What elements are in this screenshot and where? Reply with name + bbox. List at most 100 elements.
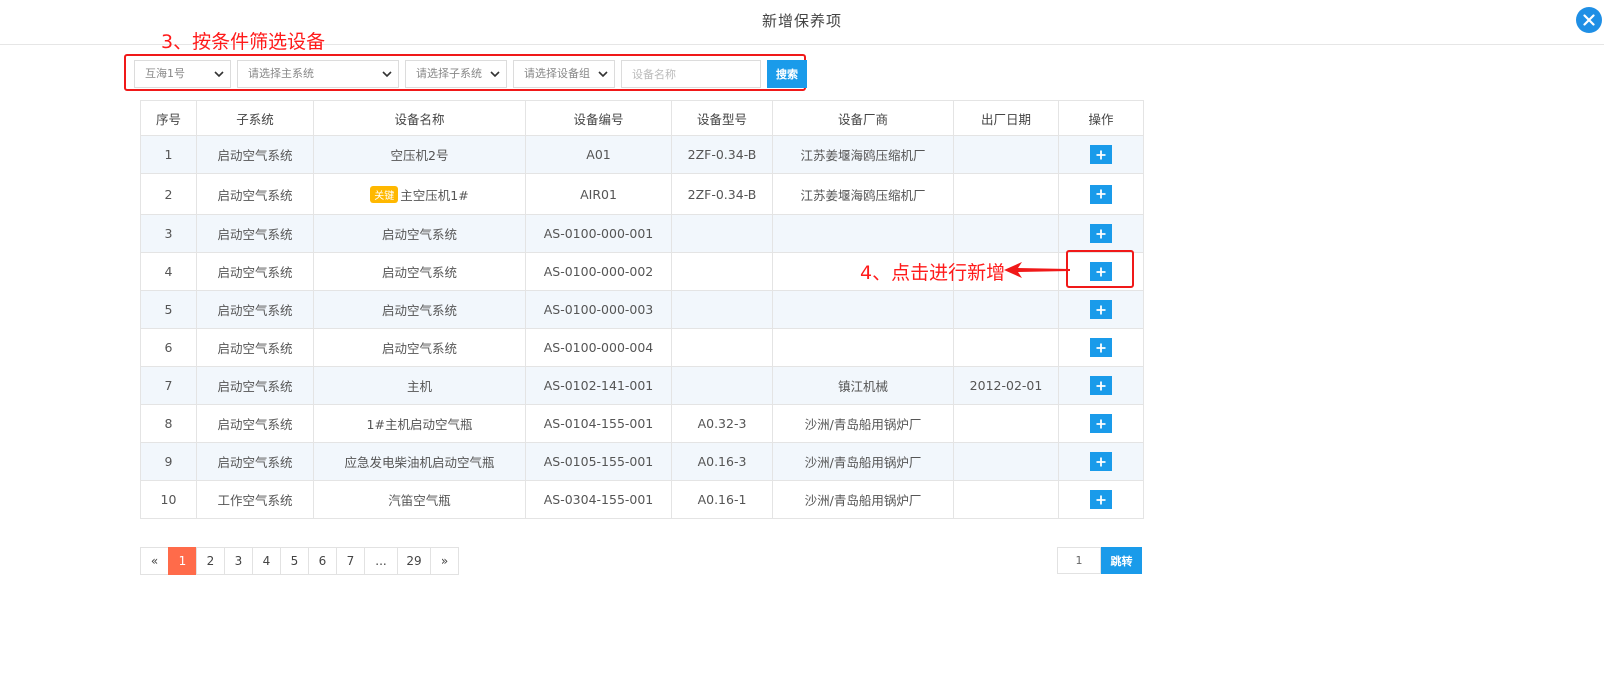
- cell-action: [1058, 173, 1144, 215]
- sub-system-select[interactable]: 请选择子系统: [405, 60, 507, 88]
- close-button[interactable]: [1576, 7, 1602, 33]
- page-jump-button[interactable]: 跳转: [1101, 547, 1142, 574]
- page-button[interactable]: 7: [336, 547, 365, 575]
- cell-device-name: 启动空气系统: [313, 328, 526, 367]
- cell-factory-date: [953, 290, 1059, 329]
- cell-no: 7: [140, 366, 197, 405]
- pagination: « 1 2 3 4 5 6 7 ... 29 »: [140, 547, 459, 575]
- cell-device-name: 应急发电柴油机启动空气瓶: [313, 442, 526, 481]
- page-button[interactable]: 2: [196, 547, 225, 575]
- chevron-down-icon: [490, 71, 500, 78]
- cell-no: 9: [140, 442, 197, 481]
- cell-subsystem: 启动空气系统: [196, 214, 314, 253]
- cell-device-model: A0.16-1: [671, 480, 773, 519]
- table-header-row: 序号 子系统 设备名称 设备编号 设备型号 设备厂商 出厂日期 操作: [140, 100, 1144, 136]
- page-button[interactable]: 29: [397, 547, 431, 575]
- ship-select[interactable]: 互海1号: [134, 60, 231, 88]
- page-prev-button[interactable]: «: [140, 547, 169, 575]
- device-name-input[interactable]: [621, 60, 761, 88]
- header-device-model: 设备型号: [671, 100, 773, 136]
- cell-subsystem: 启动空气系统: [196, 252, 314, 291]
- table-row: 7 启动空气系统 主机 AS-0102-141-001 镇江机械 2012-02…: [140, 366, 1144, 405]
- page-button[interactable]: 4: [252, 547, 281, 575]
- add-button[interactable]: [1090, 338, 1112, 357]
- add-button[interactable]: [1090, 414, 1112, 433]
- device-group-select[interactable]: 请选择设备组: [513, 60, 615, 88]
- cell-manufacturer: [772, 214, 954, 253]
- cell-no: 6: [140, 328, 197, 367]
- add-button[interactable]: [1090, 452, 1112, 471]
- page-next-button[interactable]: »: [430, 547, 459, 575]
- device-table: 序号 子系统 设备名称 设备编号 设备型号 设备厂商 出厂日期 操作 1 启动空…: [140, 100, 1144, 519]
- cell-no: 2: [140, 173, 197, 215]
- table-row: 3 启动空气系统 启动空气系统 AS-0100-000-001: [140, 214, 1144, 253]
- header-device-code: 设备编号: [525, 100, 672, 136]
- main-system-select[interactable]: 请选择主系统: [237, 60, 399, 88]
- cell-no: 5: [140, 290, 197, 329]
- plus-icon: [1096, 189, 1106, 199]
- header-subsystem: 子系统: [196, 100, 314, 136]
- chevron-down-icon: [382, 71, 392, 78]
- cell-subsystem: 启动空气系统: [196, 442, 314, 481]
- cell-action: [1058, 404, 1144, 443]
- cell-device-code: AS-0104-155-001: [525, 404, 672, 443]
- cell-device-code: AS-0100-000-001: [525, 214, 672, 253]
- cell-manufacturer: 镇江机械: [772, 366, 954, 405]
- page-button[interactable]: 3: [224, 547, 253, 575]
- cell-subsystem: 启动空气系统: [196, 135, 314, 174]
- cell-manufacturer: [772, 290, 954, 329]
- add-button[interactable]: [1090, 224, 1112, 243]
- close-icon: [1583, 14, 1595, 26]
- cell-action: [1058, 442, 1144, 481]
- cell-action: [1058, 328, 1144, 367]
- device-name-text: 主空压机1#: [400, 187, 469, 203]
- cell-device-name: 汽笛空气瓶: [313, 480, 526, 519]
- table-row: 10 工作空气系统 汽笛空气瓶 AS-0304-155-001 A0.16-1 …: [140, 480, 1144, 519]
- page-button[interactable]: 1: [168, 547, 197, 575]
- cell-factory-date: 2012-02-01: [953, 366, 1059, 405]
- cell-no: 4: [140, 252, 197, 291]
- cell-device-name: 1#主机启动空气瓶: [313, 404, 526, 443]
- cell-manufacturer: 沙洲/青岛船用锅炉厂: [772, 480, 954, 519]
- table-row: 8 启动空气系统 1#主机启动空气瓶 AS-0104-155-001 A0.32…: [140, 404, 1144, 443]
- cell-device-name: 主机: [313, 366, 526, 405]
- chevron-down-icon: [598, 71, 608, 78]
- cell-manufacturer: 沙洲/青岛船用锅炉厂: [772, 404, 954, 443]
- add-button[interactable]: [1090, 184, 1112, 204]
- cell-factory-date: [953, 404, 1059, 443]
- add-button[interactable]: [1090, 145, 1112, 164]
- plus-icon: [1096, 229, 1106, 238]
- plus-icon: [1096, 419, 1106, 428]
- search-button[interactable]: 搜索: [767, 60, 807, 88]
- cell-device-code: AS-0102-141-001: [525, 366, 672, 405]
- header-action: 操作: [1058, 100, 1144, 136]
- cell-action: [1058, 290, 1144, 329]
- page-button[interactable]: 6: [308, 547, 337, 575]
- cell-manufacturer: 江苏姜堰海鸥压缩机厂: [772, 173, 954, 215]
- cell-subsystem: 启动空气系统: [196, 328, 314, 367]
- add-button[interactable]: [1090, 376, 1112, 395]
- page-button[interactable]: 5: [280, 547, 309, 575]
- add-button[interactable]: [1090, 490, 1112, 509]
- cell-factory-date: [953, 214, 1059, 253]
- cell-subsystem: 工作空气系统: [196, 480, 314, 519]
- cell-action: [1058, 366, 1144, 405]
- cell-no: 3: [140, 214, 197, 253]
- cell-manufacturer: 沙洲/青岛船用锅炉厂: [772, 442, 954, 481]
- cell-no: 1: [140, 135, 197, 174]
- cell-factory-date: [953, 442, 1059, 481]
- table-row: 2 启动空气系统 关键 主空压机1# AIR01 2ZF-0.34-B 江苏姜堰海…: [140, 173, 1144, 215]
- page-jump-input[interactable]: [1057, 547, 1101, 574]
- cell-device-name: 空压机2号: [313, 135, 526, 174]
- annotation-step4: 4、点击进行新增: [860, 262, 1006, 284]
- cell-device-model: [671, 366, 773, 405]
- cell-subsystem: 启动空气系统: [196, 366, 314, 405]
- table-row: 9 启动空气系统 应急发电柴油机启动空气瓶 AS-0105-155-001 A0…: [140, 442, 1144, 481]
- cell-device-model: A0.16-3: [671, 442, 773, 481]
- table-row: 1 启动空气系统 空压机2号 A01 2ZF-0.34-B 江苏姜堰海鸥压缩机厂: [140, 135, 1144, 174]
- cell-manufacturer: 江苏姜堰海鸥压缩机厂: [772, 135, 954, 174]
- plus-icon: [1096, 495, 1106, 504]
- annotation-step3: 3、按条件筛选设备: [161, 31, 326, 53]
- add-button[interactable]: [1090, 300, 1112, 319]
- cell-device-name: 启动空气系统: [313, 252, 526, 291]
